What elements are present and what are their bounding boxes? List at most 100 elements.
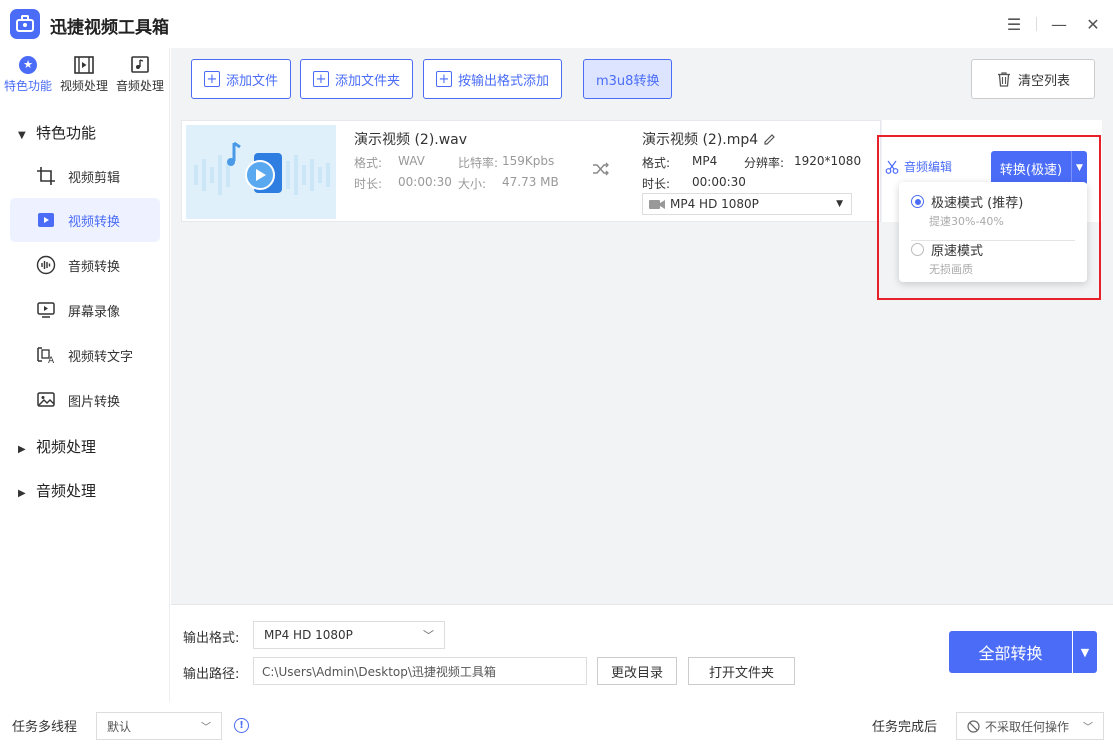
target-format-select[interactable]: MP4 HD 1080P ▼ [642,193,852,215]
multithread-select[interactable]: 默认 ﹀ [96,712,222,740]
clear-list-label: 清空列表 [1017,73,1070,89]
change-dir-button[interactable]: 更改目录 [597,657,677,685]
sidebar-item-label: 屏幕录像 [68,304,121,320]
image-icon [36,390,56,410]
menu-icon[interactable]: ☰ [1002,12,1026,36]
add-by-format-button[interactable]: + 按输出格式添加 [423,59,563,99]
plus-icon: + [436,71,452,87]
music-icon [131,56,149,73]
after-task-value: 不采取任何操作 [985,719,1070,734]
convert-all-button[interactable]: 全部转换 [949,631,1072,673]
clear-list-button[interactable]: 清空列表 [971,59,1095,99]
m3u8-convert-button[interactable]: m3u8转换 [583,59,673,99]
minimize-icon[interactable]: — [1047,12,1071,36]
chevron-down-icon: ﹀ [423,629,434,642]
src-bitrate-value: 159Kpbs [502,154,555,168]
tab-audio-label: 音频处理 [115,79,164,93]
no-action-icon [967,719,980,733]
tab-video-label: 视频处理 [59,79,108,93]
output-panel: 输出格式: MP4 HD 1080P ﹀ 输出路径: C:\Users\Admi… [171,604,1113,702]
tab-featured[interactable]: ★ 特色功能 [0,56,56,94]
add-folder-label: 添加文件夹 [335,73,401,89]
sidebar-item-label: 图片转换 [68,394,121,410]
chevron-down-icon: ﹀ [1083,722,1093,734]
caret-right-icon: ▶ [18,444,26,455]
shuffle-icon [593,162,609,176]
output-path-field[interactable]: C:\Users\Admin\Desktop\迅捷视频工具箱 [253,657,587,685]
source-filename: 演示视频 (2).wav [354,132,468,148]
tgt-format-value: MP4 [692,154,718,168]
screen-record-icon [36,300,56,320]
sidebar-item-screen-record[interactable]: 屏幕录像 [10,288,160,332]
section-audio-label: 音频处理 [36,482,97,500]
sidebar: ★ 特色功能 视频处理 音频处理 ▼ 特色功能 视频剪辑 视频转换 音频转换 屏… [0,48,170,702]
tab-video-processing[interactable]: 视频处理 [56,56,112,94]
app-logo-icon [10,9,40,39]
caret-right-icon: ▶ [18,488,26,499]
app-title: 迅捷视频工具箱 [50,18,169,38]
tgt-duration-label: 时长: [642,177,671,191]
plus-icon: + [313,71,329,87]
add-folder-button[interactable]: + 添加文件夹 [300,59,414,99]
output-format-select[interactable]: MP4 HD 1080P ﹀ [253,621,445,649]
target-format-value: MP4 HD 1080P [670,197,759,211]
tab-featured-label: 特色功能 [3,79,52,93]
src-duration-label: 时长: [354,177,383,191]
file-row[interactable]: 演示视频 (2).wav 格式: WAV 比特率: 159Kpbs 时长: 00… [181,120,881,222]
sidebar-item-label: 音频转换 [68,259,121,275]
output-path-label: 输出路径: [183,667,240,682]
src-format-label: 格式: [354,156,383,170]
title-bar: 迅捷视频工具箱 ☰ — ✕ [0,0,1113,48]
output-format-value: MP4 HD 1080P [264,628,353,642]
add-file-button[interactable]: + 添加文件 [191,59,292,99]
star-icon: ★ [19,56,37,74]
highlight-frame [877,135,1101,300]
sidebar-item-label: 视频剪辑 [68,170,121,186]
video-camera-icon [649,199,665,209]
tgt-duration-value: 00:00:30 [692,175,746,189]
sidebar-item-video-convert[interactable]: 视频转换 [10,198,160,242]
section-video[interactable]: ▶ 视频处理 [18,436,96,457]
film-icon [74,56,94,74]
section-featured[interactable]: ▼ 特色功能 [18,122,96,143]
src-size-label: 大小: [458,177,487,191]
video-convert-icon [36,210,56,230]
video-to-text-icon: A [36,345,56,365]
audio-wave-icon [36,255,56,275]
sidebar-item-label: 视频转文字 [68,349,134,365]
sidebar-item-video-to-text[interactable]: A 视频转文字 [10,333,160,377]
audio-thumbnail [186,125,336,219]
section-video-label: 视频处理 [36,438,97,456]
video-crop-icon [36,166,56,186]
close-icon[interactable]: ✕ [1081,12,1105,36]
tgt-resolution-value: 1920*1080 [794,154,862,168]
caret-down-icon: ▼ [18,130,26,141]
svg-text:A: A [48,356,55,365]
title-divider [1036,17,1037,31]
src-duration-value: 00:00:30 [398,175,452,189]
info-icon[interactable]: ! [234,718,249,733]
after-task-select[interactable]: 不采取任何操作 ﹀ [956,712,1104,740]
section-audio[interactable]: ▶ 音频处理 [18,480,96,501]
sidebar-item-audio-convert[interactable]: 音频转换 [10,243,160,287]
plus-icon: + [204,71,220,87]
dropdown-icon: ▼ [836,199,843,209]
src-size-value: 47.73 MB [502,175,559,189]
tab-audio-processing[interactable]: 音频处理 [112,56,168,94]
multithread-value: 默认 [107,719,132,734]
pencil-icon[interactable] [762,131,776,145]
sidebar-item-image-convert[interactable]: 图片转换 [10,378,160,422]
chevron-down-icon: ﹀ [201,722,211,734]
tgt-resolution-label: 分辨率: [744,156,785,170]
status-bar: 任务多线程 默认 ﹀ ! 任务完成后 不采取任何操作 ﹀ [0,702,1113,748]
m3u8-label: m3u8转换 [596,73,660,89]
output-format-label: 输出格式: [183,631,240,646]
convert-all-dropdown-icon[interactable]: ▼ [1073,631,1097,673]
open-folder-button[interactable]: 打开文件夹 [688,657,795,685]
sidebar-item-video-edit[interactable]: 视频剪辑 [10,154,160,198]
section-featured-label: 特色功能 [36,124,97,142]
add-file-label: 添加文件 [226,73,279,89]
trash-icon [997,72,1010,87]
after-task-label: 任务完成后 [872,720,938,735]
multithread-label: 任务多线程 [12,720,78,735]
